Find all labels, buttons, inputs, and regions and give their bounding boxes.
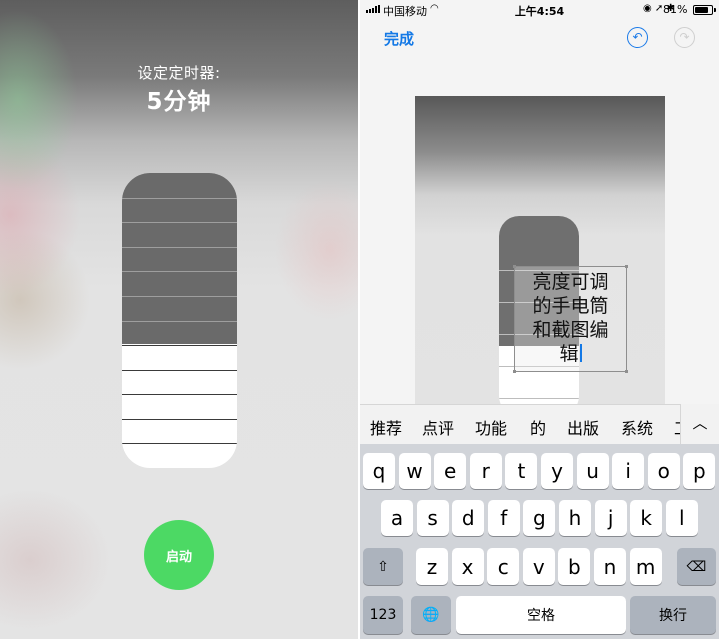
key-j[interactable]: j [594, 500, 627, 536]
delete-icon[interactable]: ⌫ [677, 548, 716, 585]
numbers-key[interactable]: 123 [363, 596, 403, 634]
key-o[interactable]: o [647, 453, 680, 489]
key-l[interactable]: l [665, 500, 698, 536]
key-w[interactable]: w [398, 453, 431, 489]
redo-icon[interactable]: ↷ [674, 27, 695, 48]
suggestion-item[interactable]: 点评 [422, 415, 454, 439]
return-key[interactable]: 换行 [630, 596, 716, 634]
done-button[interactable]: 完成 [384, 28, 414, 49]
key-f[interactable]: f [487, 500, 520, 536]
key-b[interactable]: b [558, 548, 591, 585]
slider-segment-divider [122, 345, 237, 346]
annotation-line-last: 辑 [515, 342, 626, 366]
suggestion-item[interactable]: 的 [530, 415, 546, 439]
key-q[interactable]: q [363, 453, 395, 489]
slider-segment-divider [122, 370, 237, 371]
key-r[interactable]: r [469, 453, 502, 489]
key-c[interactable]: c [487, 548, 520, 585]
status-bar: 中国移动 ◠ 上午4:54 ◉ ➚ ✱ 81% [360, 0, 719, 19]
suggestion-item[interactable]: 功能 [475, 415, 507, 439]
key-t[interactable]: t [505, 453, 538, 489]
key-x[interactable]: x [451, 548, 484, 585]
globe-icon[interactable]: 🌐 [411, 596, 451, 634]
suggestion-bar: 推荐点评功能的出版系统工 [360, 404, 719, 444]
slider-segment-divider [122, 198, 237, 199]
key-i[interactable]: i [612, 453, 645, 489]
key-y[interactable]: y [541, 453, 573, 489]
key-g[interactable]: g [523, 500, 556, 536]
battery-nub [714, 8, 716, 12]
slider-segment-divider [122, 321, 237, 322]
annotation-text[interactable]: 亮度可调 的手电筒 和截图编 辑 [515, 270, 626, 366]
editor-screen: 中国移动 ◠ 上午4:54 ◉ ➚ ✱ 81% 完成 ↶ ↷ 亮度可调 的手电筒… [360, 0, 719, 639]
key-n[interactable]: n [594, 548, 626, 585]
slider-segment-divider [122, 443, 237, 444]
keyboard: q w e r t y u i o p a s d f g h j k l ⇧ z x c v b n m ⌫ 123 🌐 空格 换行 [360, 444, 719, 639]
key-e[interactable]: e [434, 453, 467, 489]
key-d[interactable]: d [452, 500, 485, 536]
space-key[interactable]: 空格 [456, 596, 626, 634]
suggestion-item[interactable]: 推荐 [370, 415, 402, 439]
annotation-line: 和截图编 [532, 319, 609, 341]
key-z[interactable]: z [416, 548, 448, 585]
chevron-up-icon[interactable]: ︿ [680, 404, 719, 444]
slider-segment-divider [122, 296, 237, 297]
timer-value: 5分钟 [146, 89, 212, 115]
key-m[interactable]: m [629, 548, 662, 585]
mini-slider-divider [499, 398, 579, 399]
key-v[interactable]: v [522, 548, 555, 585]
brightness-slider[interactable] [122, 173, 237, 468]
battery-percent: 81% [663, 3, 688, 16]
key-p[interactable]: p [683, 453, 716, 489]
key-k[interactable]: k [630, 500, 663, 536]
text-cursor [579, 344, 582, 362]
slider-segment-divider [122, 222, 237, 223]
key-u[interactable]: u [576, 453, 609, 489]
slider-segment-divider [122, 419, 237, 420]
slider-segment-divider [122, 247, 237, 248]
slider-segment-divider [122, 394, 237, 395]
undo-icon[interactable]: ↶ [627, 27, 648, 48]
slider-segment-divider [122, 271, 237, 272]
key-a[interactable]: a [381, 500, 413, 536]
battery-icon [693, 5, 713, 15]
annotation-line: 亮度可调 [532, 271, 609, 293]
text-annotation-box[interactable]: 亮度可调 的手电筒 和截图编 辑 [513, 265, 628, 373]
start-button[interactable]: 启动 [144, 520, 214, 590]
shift-icon[interactable]: ⇧ [363, 548, 403, 585]
suggestion-item[interactable]: 系统 [621, 415, 653, 439]
timer-screen: 设定定时器: 5分钟 启动 [0, 0, 358, 639]
annotation-line: 辑 [559, 343, 579, 365]
key-h[interactable]: h [559, 500, 591, 536]
key-s[interactable]: s [416, 500, 449, 536]
suggestion-item[interactable]: 出版 [567, 415, 599, 439]
timer-heading: 设定定时器: [137, 64, 221, 82]
annotation-line: 的手电筒 [532, 295, 609, 317]
